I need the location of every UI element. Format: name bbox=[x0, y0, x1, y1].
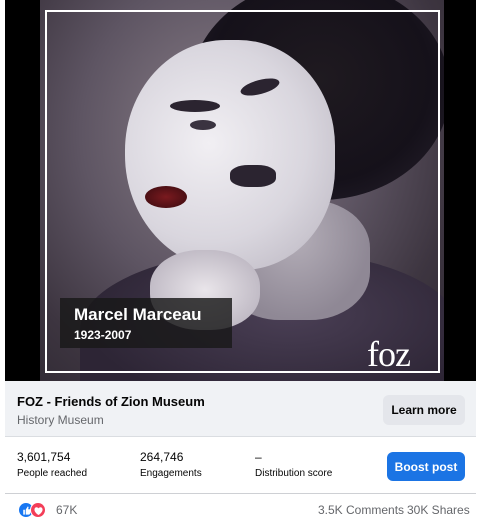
stat-value: – bbox=[255, 450, 262, 464]
reaction-icons[interactable] bbox=[18, 502, 48, 518]
caption-years: 1923-2007 bbox=[74, 328, 132, 342]
caption-box: Marcel Marceau 1923-2007 bbox=[60, 298, 232, 348]
link-preview-bar[interactable]: FOZ - Friends of Zion Museum History Mus… bbox=[5, 381, 476, 437]
stat-value: 264,746 bbox=[140, 450, 184, 464]
caption-name: Marcel Marceau bbox=[74, 305, 202, 324]
stat-engagements[interactable]: 264,746 Engagements bbox=[140, 449, 202, 481]
insights-row: 3,601,754 People reached 264,746 Engagem… bbox=[5, 438, 476, 494]
stat-label: Distribution score bbox=[255, 468, 333, 479]
foz-logo: foz bbox=[367, 334, 411, 374]
link-subtitle: History Museum bbox=[17, 413, 104, 427]
stat-label: Engagements bbox=[140, 468, 202, 479]
comments-count[interactable]: 3.5K Comments bbox=[318, 503, 404, 517]
stat-distribution-score[interactable]: – Distribution score bbox=[255, 449, 332, 481]
post-media[interactable]: Marcel Marceau 1923-2007 foz bbox=[5, 0, 476, 381]
learn-more-button[interactable]: Learn more bbox=[383, 395, 465, 425]
stat-label: People reached bbox=[17, 468, 88, 479]
link-title[interactable]: FOZ - Friends of Zion Museum bbox=[17, 394, 205, 409]
stat-people-reached[interactable]: 3,601,754 People reached bbox=[17, 449, 87, 481]
boost-post-button[interactable]: Boost post bbox=[387, 452, 465, 481]
stat-value: 3,601,754 bbox=[17, 450, 71, 464]
reaction-count[interactable]: 67K bbox=[56, 503, 77, 517]
post-card: Marcel Marceau 1923-2007 foz FOZ - Frien… bbox=[5, 0, 476, 531]
shares-count[interactable]: 30K Shares bbox=[407, 503, 470, 517]
love-icon bbox=[30, 502, 46, 518]
reactions-row: 67K 3.5K Comments 30K Shares bbox=[5, 495, 476, 525]
